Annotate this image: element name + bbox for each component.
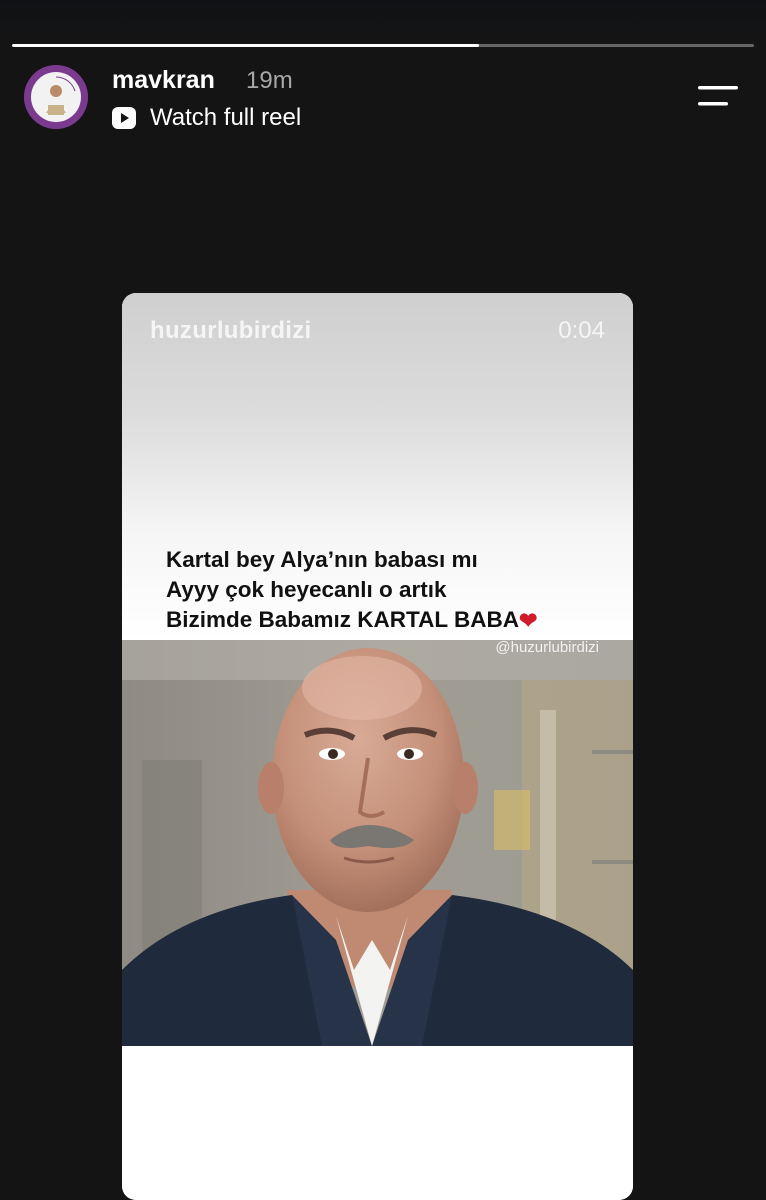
menu-lines-icon[interactable] [696, 84, 740, 110]
avatar[interactable] [24, 65, 88, 129]
reel-caption: Kartal bey Alya’nın babası mı Ayyy çok h… [166, 545, 537, 636]
caption-line: Bizimde Babamız KARTAL BABA❤ [166, 605, 537, 636]
heart-emoji: ❤ [518, 608, 538, 633]
watch-full-reel-label: Watch full reel [150, 104, 302, 131]
story-progress-bar [12, 44, 754, 47]
reel-username[interactable]: huzurlubirdizi [150, 317, 312, 345]
caption-line: Kartal bey Alya’nın babası mı [166, 547, 478, 572]
play-square-icon [112, 107, 136, 129]
story-time-ago: 19m [246, 67, 293, 94]
reel-footer-area [122, 1046, 633, 1200]
watch-full-reel-link[interactable]: Watch full reel [112, 102, 301, 134]
avatar-image [24, 65, 88, 129]
caption-line-text: Bizimde Babamız KARTAL BABA [166, 607, 519, 632]
reel-photo [122, 640, 633, 1046]
story-username[interactable]: mavkran [112, 66, 215, 95]
man-portrait-image [122, 640, 633, 1046]
reel-card[interactable]: huzurlubirdizi 0:04 Kartal bey Alya’nın … [122, 293, 633, 1200]
reel-watermark: @huzurlubirdizi [495, 639, 599, 656]
top-fade [0, 0, 766, 40]
caption-line: Ayyy çok heyecanlı o artık [166, 577, 447, 602]
reel-duration: 0:04 [558, 317, 605, 344]
story-progress-fill [12, 44, 480, 47]
